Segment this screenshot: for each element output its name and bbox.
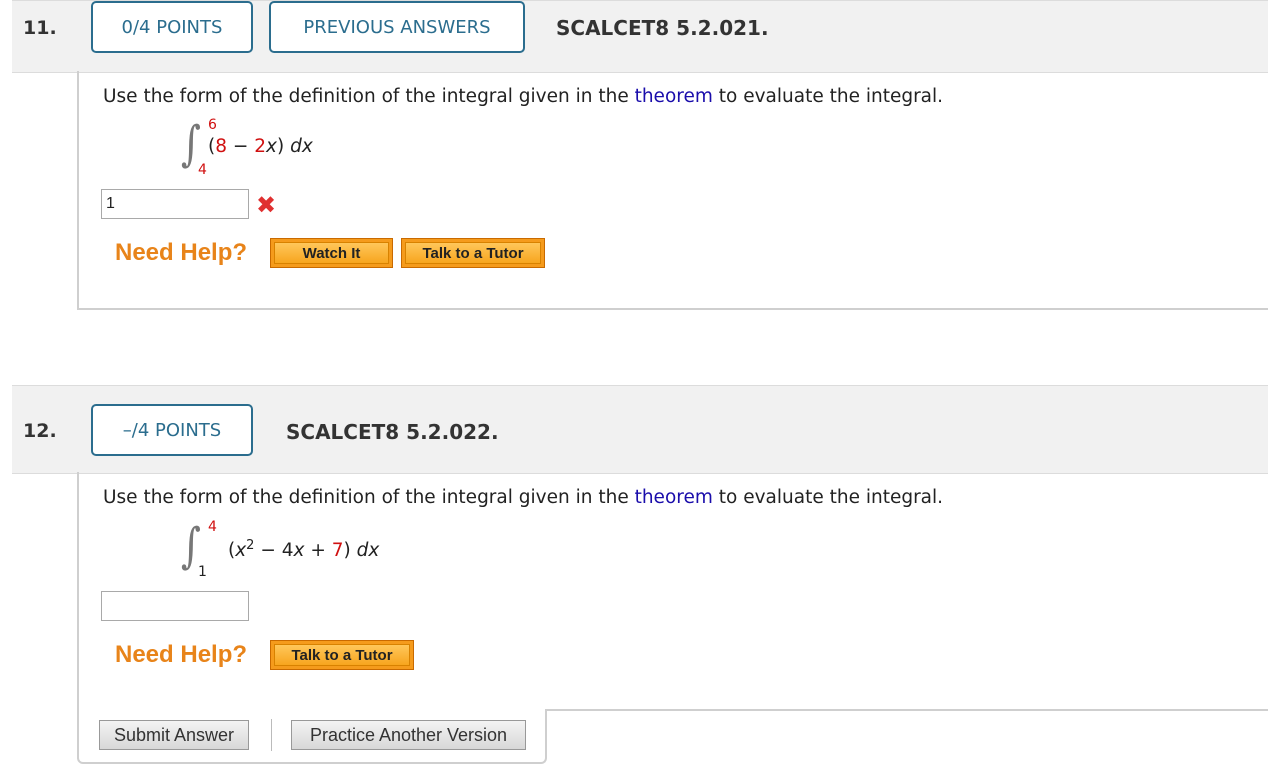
points-button[interactable]: –/4 POINTS bbox=[91, 404, 253, 456]
answer-input[interactable] bbox=[101, 591, 249, 621]
integrand: (8 − 2x) dx bbox=[208, 136, 313, 157]
integrand: (x2 − 4x + 7) dx bbox=[228, 538, 380, 562]
submit-answer-button[interactable]: Submit Answer bbox=[99, 720, 249, 750]
answer-input[interactable] bbox=[101, 189, 249, 219]
theorem-link[interactable]: theorem bbox=[635, 86, 713, 107]
lower-limit: 4 bbox=[198, 162, 207, 178]
need-help-label: Need Help? bbox=[115, 641, 248, 668]
points-button[interactable]: 0/4 POINTS bbox=[91, 1, 253, 53]
previous-answers-button[interactable]: PREVIOUS ANSWERS bbox=[269, 1, 525, 53]
talk-to-tutor-label: Talk to a Tutor bbox=[405, 242, 541, 264]
practice-another-version-button[interactable]: Practice Another Version bbox=[291, 720, 526, 750]
integral-expression: ∫ 4 1 (x2 − 4x + 7) dx bbox=[181, 518, 501, 582]
watch-it-label: Watch It bbox=[274, 242, 389, 264]
question-code: SCALCET8 5.2.022. bbox=[286, 420, 499, 444]
question-code: SCALCET8 5.2.021. bbox=[556, 16, 769, 40]
watch-it-button[interactable]: Watch It bbox=[270, 238, 393, 268]
x-mark-icon: ✖ bbox=[256, 191, 277, 219]
prompt-text-end: to evaluate the integral. bbox=[712, 86, 944, 107]
talk-to-tutor-button[interactable]: Talk to a Tutor bbox=[401, 238, 545, 268]
button-separator bbox=[271, 719, 272, 751]
question-number: 11. bbox=[23, 17, 57, 39]
question-11-body: Use the form of the definition of the in… bbox=[77, 71, 1268, 310]
talk-to-tutor-button[interactable]: Talk to a Tutor bbox=[270, 640, 414, 670]
need-help-label: Need Help? bbox=[115, 239, 248, 266]
lower-limit: 1 bbox=[198, 564, 207, 580]
theorem-link[interactable]: theorem bbox=[635, 487, 713, 508]
question-number: 12. bbox=[23, 420, 57, 442]
prompt-text: Use the form of the definition of the in… bbox=[103, 487, 635, 508]
talk-to-tutor-label: Talk to a Tutor bbox=[274, 644, 410, 666]
divider bbox=[547, 709, 1268, 711]
question-12-body: Use the form of the definition of the in… bbox=[77, 472, 1268, 711]
upper-limit: 6 bbox=[208, 117, 217, 133]
question-prompt: Use the form of the definition of the in… bbox=[103, 487, 943, 508]
integral-expression: ∫ 6 4 (8 − 2x) dx bbox=[181, 116, 501, 180]
submit-area: Submit Answer Practice Another Version bbox=[77, 709, 547, 764]
prompt-text: Use the form of the definition of the in… bbox=[103, 86, 635, 107]
question-prompt: Use the form of the definition of the in… bbox=[103, 86, 943, 107]
upper-limit: 4 bbox=[208, 519, 217, 535]
prompt-text-end: to evaluate the integral. bbox=[712, 487, 944, 508]
